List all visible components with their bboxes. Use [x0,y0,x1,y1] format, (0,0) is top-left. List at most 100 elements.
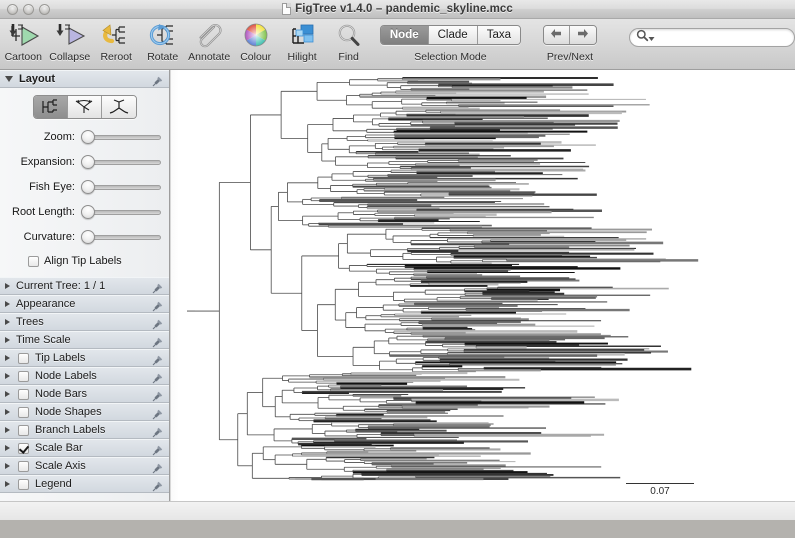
control-sidebar: Layout Zoom: Expansion: Fish Eye: Root L… [0,70,170,519]
rotate-icon [146,21,180,51]
sidebar-section-legend[interactable]: Legend [0,475,169,493]
slider-thumb[interactable] [81,155,95,169]
slider-track[interactable] [86,160,161,165]
toolbar-button-hilight[interactable]: Hilight [279,19,325,63]
toolbar-button-find[interactable]: Find [325,19,371,63]
rectangular-layout-button[interactable] [33,96,68,118]
disclosure-triangle-icon[interactable] [5,391,10,397]
sidebar-section-time-scale[interactable]: Time Scale [0,331,169,349]
selection-mode-taxa[interactable]: Taxa [477,26,520,44]
sidebar-section-scale-axis[interactable]: Scale Axis [0,457,169,475]
zoom-slider[interactable] [81,130,161,144]
toolbar-button-reroot[interactable]: Reroot [93,19,139,63]
disclosure-triangle-icon[interactable] [5,481,10,487]
selection-mode-clade[interactable]: Clade [428,26,478,44]
selection-mode-group: Node Clade Taxa Selection Mode [379,19,521,63]
zoom-button[interactable] [39,4,50,15]
slider-row-expansion: Expansion: [8,155,161,169]
next-button[interactable] [569,26,596,44]
highlight-icon [285,21,319,51]
colour-wheel-icon [239,21,273,51]
root-length-slider[interactable] [81,205,161,219]
prev-next-caption: Prev/Next [546,51,594,63]
slider-track[interactable] [86,135,161,140]
reroot-icon [99,21,133,51]
toolbar-button-collapse[interactable]: Collapse [46,19,92,63]
sidebar-section-layout-header[interactable]: Layout [0,70,169,88]
sidebar-section-branch-labels[interactable]: Branch Labels [0,421,169,439]
disclosure-triangle-icon[interactable] [5,445,10,451]
slider-label: Fish Eye: [29,181,75,193]
sidebar-section-title: Legend [35,478,72,490]
align-tip-labels-checkbox[interactable] [28,255,39,267]
node-labels-checkbox[interactable] [18,370,29,382]
sidebar-section-current-tree[interactable]: Current Tree: 1 / 1 [0,277,169,295]
prev-next-segmented[interactable] [542,25,597,45]
sidebar-section-appearance[interactable]: Appearance [0,295,169,313]
align-tip-labels-row[interactable]: Align Tip Labels [8,255,161,267]
node-shapes-checkbox[interactable] [18,406,29,418]
disclosure-triangle-icon[interactable] [5,373,10,379]
disclosure-triangle-icon[interactable] [5,301,10,307]
disclosure-triangle-icon[interactable] [5,337,10,343]
disclosure-triangle-icon[interactable] [5,427,10,433]
toolbar-button-rotate[interactable]: Rotate [139,19,185,63]
sidebar-section-node-bars[interactable]: Node Bars [0,385,169,403]
pin-icon[interactable] [152,74,164,92]
disclosure-triangle-icon[interactable] [5,355,10,361]
sidebar-section-title: Branch Labels [35,424,106,436]
slider-label: Zoom: [43,131,75,143]
slider-thumb[interactable] [81,180,95,194]
sidebar-section-title: Node Labels [35,370,97,382]
minimize-button[interactable] [23,4,34,15]
disclosure-triangle-open-icon[interactable] [5,76,13,82]
close-button[interactable] [7,4,18,15]
legend-checkbox[interactable] [18,478,29,490]
arrow-right-icon [576,26,589,44]
search-input[interactable] [657,31,788,44]
search-field[interactable] [628,28,795,47]
toolbar-button-colour[interactable]: Colour [232,19,278,63]
sidebar-section-node-labels[interactable]: Node Labels [0,367,169,385]
chevron-down-icon[interactable] [648,29,655,47]
disclosure-triangle-icon[interactable] [5,409,10,415]
selection-mode-node[interactable]: Node [380,26,429,44]
sidebar-section-title: Time Scale [16,334,71,346]
sidebar-section-tip-labels[interactable]: Tip Labels [0,349,169,367]
disclosure-triangle-icon[interactable] [5,319,10,325]
sidebar-section-node-shapes[interactable]: Node Shapes [0,403,169,421]
desktop-background [0,520,795,538]
toolbar-button-annotate[interactable]: Annotate [186,19,232,63]
tip-labels-checkbox[interactable] [18,352,29,364]
window-controls[interactable] [7,4,50,15]
disclosure-triangle-icon[interactable] [5,283,10,289]
radial-layout-button[interactable] [101,96,136,118]
curvature-slider[interactable] [81,230,161,244]
slider-thumb[interactable] [81,230,95,244]
sidebar-section-scale-bar[interactable]: Scale Bar [0,439,169,457]
selection-mode-segmented[interactable]: Node Clade Taxa [379,25,521,45]
layout-mode-segmented[interactable] [32,95,137,119]
slider-thumb[interactable] [81,205,95,219]
scale-axis-checkbox[interactable] [18,460,29,472]
slider-track[interactable] [86,185,161,190]
slider-thumb[interactable] [81,130,95,144]
scale-bar-checkbox[interactable] [18,442,29,454]
tree-canvas[interactable]: 0.07 [170,70,795,519]
slider-track[interactable] [86,235,161,240]
toolbar-button-cartoon[interactable]: Cartoon [0,19,46,63]
branch-labels-checkbox[interactable] [18,424,29,436]
polar-layout-button[interactable] [67,96,102,118]
disclosure-triangle-icon[interactable] [5,463,10,469]
main-body: Layout Zoom: Expansion: Fish Eye: Root L… [0,70,795,519]
sidebar-section-trees[interactable]: Trees [0,313,169,331]
slider-track[interactable] [86,210,161,215]
pin-icon[interactable] [152,479,164,497]
toolbar-label: Annotate [188,51,231,63]
title-group: FigTree v1.4.0 – pandemic_skyline.mcc [282,3,513,15]
expansion-slider[interactable] [81,155,161,169]
prev-button[interactable] [543,26,570,44]
phylogenetic-tree[interactable] [171,70,795,519]
node-bars-checkbox[interactable] [18,388,29,400]
fish-eye-slider[interactable] [81,180,161,194]
